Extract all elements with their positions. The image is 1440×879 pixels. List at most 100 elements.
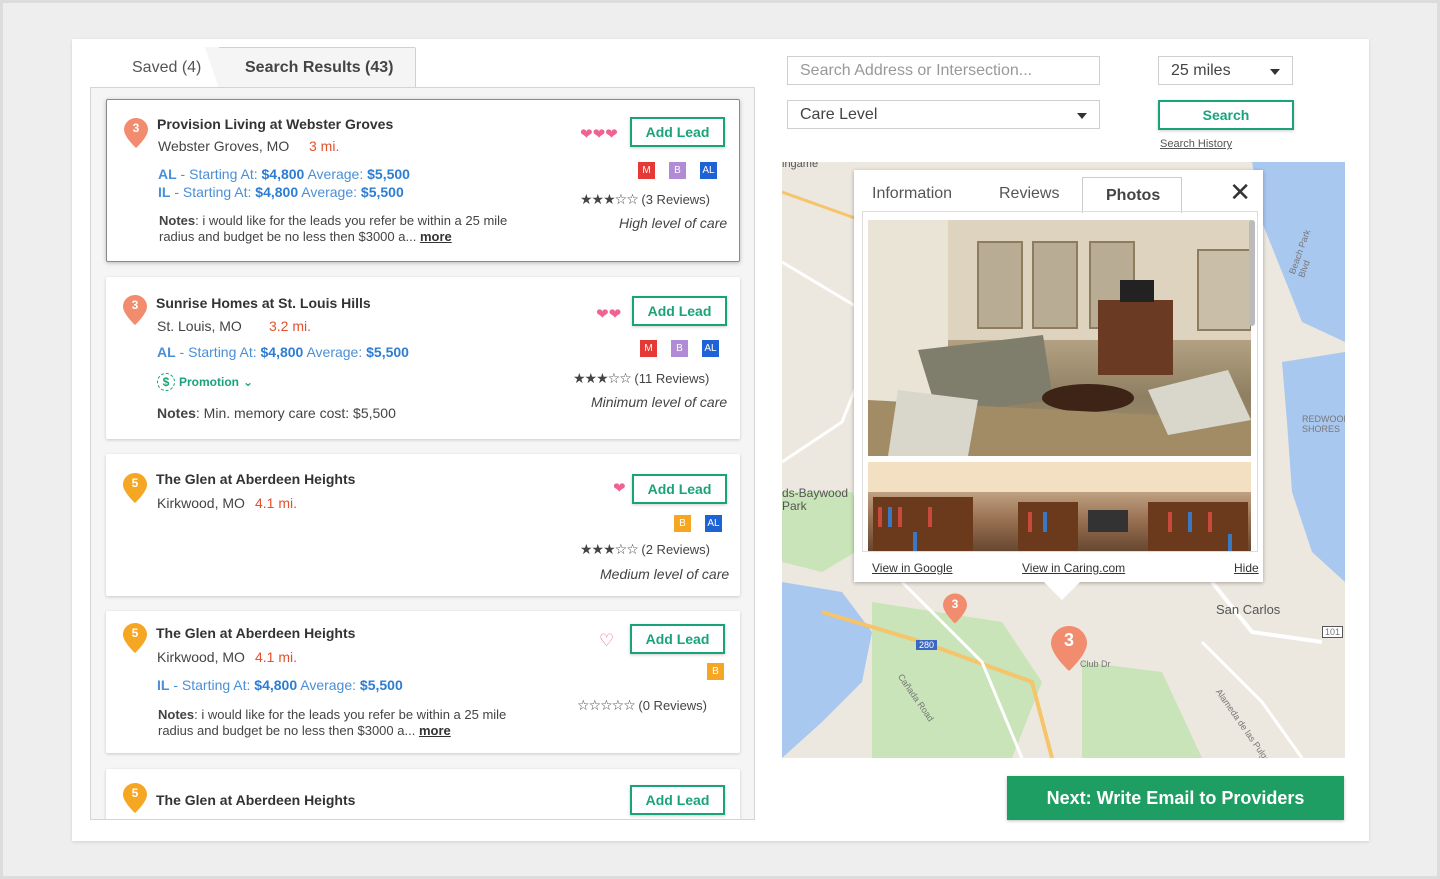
map-pin-icon: 5	[123, 783, 147, 813]
map-pin-icon: 5	[123, 473, 147, 503]
badge-assisted: AL	[702, 340, 719, 357]
close-icon[interactable]: ✕	[1229, 177, 1251, 208]
view-in-google-link[interactable]: View in Google	[872, 561, 953, 575]
map-label: San Carlos	[1216, 602, 1281, 617]
main-card: Saved (4) Search Results (43) 3 Provisio…	[72, 39, 1369, 841]
care-type-badges: M B AL	[638, 162, 717, 179]
listing-card[interactable]: 5 The Glen at Aberdeen Heights Kirkwood,…	[106, 454, 740, 596]
listing-city: Kirkwood, MO	[157, 495, 245, 511]
listing-name[interactable]: Provision Living at Webster Groves	[157, 116, 393, 132]
review-count[interactable]: (0 Reviews)	[638, 698, 707, 713]
care-type-badges: B AL	[674, 515, 722, 532]
care-level: Minimum level of care	[591, 394, 728, 410]
search-button[interactable]: Search	[1158, 100, 1294, 130]
badge-memory: M	[640, 340, 657, 357]
listing-notes: Notes: Min. memory care cost: $5,500	[157, 405, 396, 421]
tab-information[interactable]: Information	[872, 185, 952, 203]
listing-distance: 3.2 mi.	[269, 318, 312, 334]
address-search-input[interactable]: Search Address or Intersection...	[787, 56, 1100, 85]
chevron-down-icon: ⌄	[243, 375, 254, 389]
heart-rating-icon: ❤❤❤	[580, 126, 618, 143]
search-history-link[interactable]: Search History	[1160, 138, 1232, 150]
tab-reviews[interactable]: Reviews	[999, 185, 1059, 203]
tab-search-results[interactable]: Search Results (43)	[205, 47, 416, 89]
radius-select[interactable]: 25 miles	[1158, 56, 1293, 85]
listing-name[interactable]: The Glen at Aberdeen Heights	[156, 625, 355, 641]
badge-board: B	[669, 162, 686, 179]
review-count[interactable]: (11 Reviews)	[634, 371, 709, 386]
care-level-select[interactable]: Care Level	[787, 100, 1100, 129]
listing-distance: 4.1 mi.	[255, 495, 298, 511]
review-count[interactable]: (3 Reviews)	[641, 192, 710, 207]
add-lead-button[interactable]: Add Lead	[630, 624, 725, 654]
care-level: High level of care	[619, 215, 728, 231]
badge-board: B	[674, 515, 691, 532]
listing-card[interactable]: 3 Provision Living at Webster Groves Web…	[106, 99, 740, 262]
review-count[interactable]: (2 Reviews)	[641, 542, 710, 557]
map-label: ingame	[782, 162, 819, 170]
heart-rating-icon: ❤❤	[596, 306, 622, 323]
map-marker-icon[interactable]: 3	[1051, 625, 1087, 672]
map-view[interactable]: ingame ds-Baywood Park REDWOOD SHORES Be…	[782, 162, 1345, 758]
map-label: REDWOOD SHORES	[1302, 414, 1345, 434]
add-lead-button[interactable]: Add Lead	[630, 117, 725, 147]
stars-icon: ★★★☆☆	[580, 541, 639, 557]
add-lead-button[interactable]: Add Lead	[630, 785, 725, 815]
badge-assisted: AL	[700, 162, 717, 179]
view-in-caring-link[interactable]: View in Caring.com	[1022, 561, 1125, 575]
price-row: IL - Starting At: $4,800 Average: $5,500	[158, 184, 404, 200]
stars-icon: ★★★☆☆	[580, 191, 639, 207]
stars-icon: ★★★☆☆	[573, 370, 632, 386]
more-link[interactable]: more	[420, 229, 452, 244]
star-rating: ★★★☆☆ (3 Reviews)	[580, 191, 710, 208]
heart-rating-icon: ❤	[613, 480, 626, 497]
star-rating: ★★★☆☆ (11 Reviews)	[573, 370, 709, 387]
listing-distance: 3 mi.	[309, 138, 340, 154]
facility-photo[interactable]	[868, 462, 1251, 551]
promotion-toggle[interactable]: $ Promotion ⌄	[157, 373, 253, 391]
highway-shield-icon: 280	[916, 640, 938, 650]
more-link[interactable]: more	[419, 723, 451, 738]
add-lead-button[interactable]: Add Lead	[632, 474, 727, 504]
listing-card[interactable]: 3 Sunrise Homes at St. Louis Hills St. L…	[106, 277, 740, 439]
badge-board: B	[707, 663, 724, 680]
hide-link[interactable]: Hide	[1234, 561, 1259, 575]
broken-heart-icon: ♡	[599, 631, 615, 650]
badge-board: B	[671, 340, 688, 357]
badge-memory: M	[638, 162, 655, 179]
map-label: ds-Baywood Park	[782, 486, 849, 513]
care-type-badges: M B AL	[640, 340, 719, 357]
photo-gallery[interactable]	[862, 211, 1258, 552]
care-level: Medium level of care	[600, 566, 730, 582]
tab-photos[interactable]: Photos	[1082, 177, 1182, 213]
map-pin-icon: 3	[124, 118, 148, 148]
star-rating: ☆☆☆☆☆ (0 Reviews)	[577, 697, 707, 714]
next-write-email-button[interactable]: Next: Write Email to Providers	[1007, 776, 1344, 820]
tab-saved[interactable]: Saved (4)	[132, 59, 201, 77]
listing-city: St. Louis, MO	[157, 318, 242, 334]
dollar-icon: $	[157, 373, 175, 391]
listing-card[interactable]: 5 The Glen at Aberdeen Heights Kirkwood,…	[106, 611, 740, 753]
price-row: AL - Starting At: $4,800 Average: $5,500	[158, 166, 410, 182]
add-lead-button[interactable]: Add Lead	[632, 296, 727, 326]
scrollbar[interactable]	[1249, 220, 1255, 326]
listing-name[interactable]: The Glen at Aberdeen Heights	[156, 792, 355, 808]
map-marker-icon[interactable]: 3	[943, 593, 967, 624]
listing-distance: 4.1 mi.	[255, 649, 298, 665]
stars-icon: ☆☆☆☆☆	[577, 697, 636, 713]
highway-shield-icon: 101	[1322, 626, 1344, 638]
map-pin-icon: 5	[123, 623, 147, 653]
results-list[interactable]: 3 Provision Living at Webster Groves Web…	[90, 87, 755, 820]
listing-card[interactable]: 5 The Glen at Aberdeen Heights Add Lead	[106, 769, 740, 819]
facility-photo[interactable]	[868, 220, 1251, 456]
chevron-down-icon	[1077, 113, 1087, 119]
listing-city: Kirkwood, MO	[157, 649, 245, 665]
price-row: IL - Starting At: $4,800 Average: $5,500	[157, 677, 403, 693]
facility-popup: Information Reviews Photos ✕ View in Goo…	[854, 170, 1263, 600]
listing-name[interactable]: Sunrise Homes at St. Louis Hills	[156, 295, 371, 311]
care-type-badges: B	[707, 663, 724, 680]
listing-name[interactable]: The Glen at Aberdeen Heights	[156, 471, 355, 487]
chevron-down-icon	[1270, 69, 1280, 75]
listing-notes: Notes: i would like for the leads you re…	[159, 213, 508, 244]
star-rating: ★★★☆☆ (2 Reviews)	[580, 541, 710, 558]
